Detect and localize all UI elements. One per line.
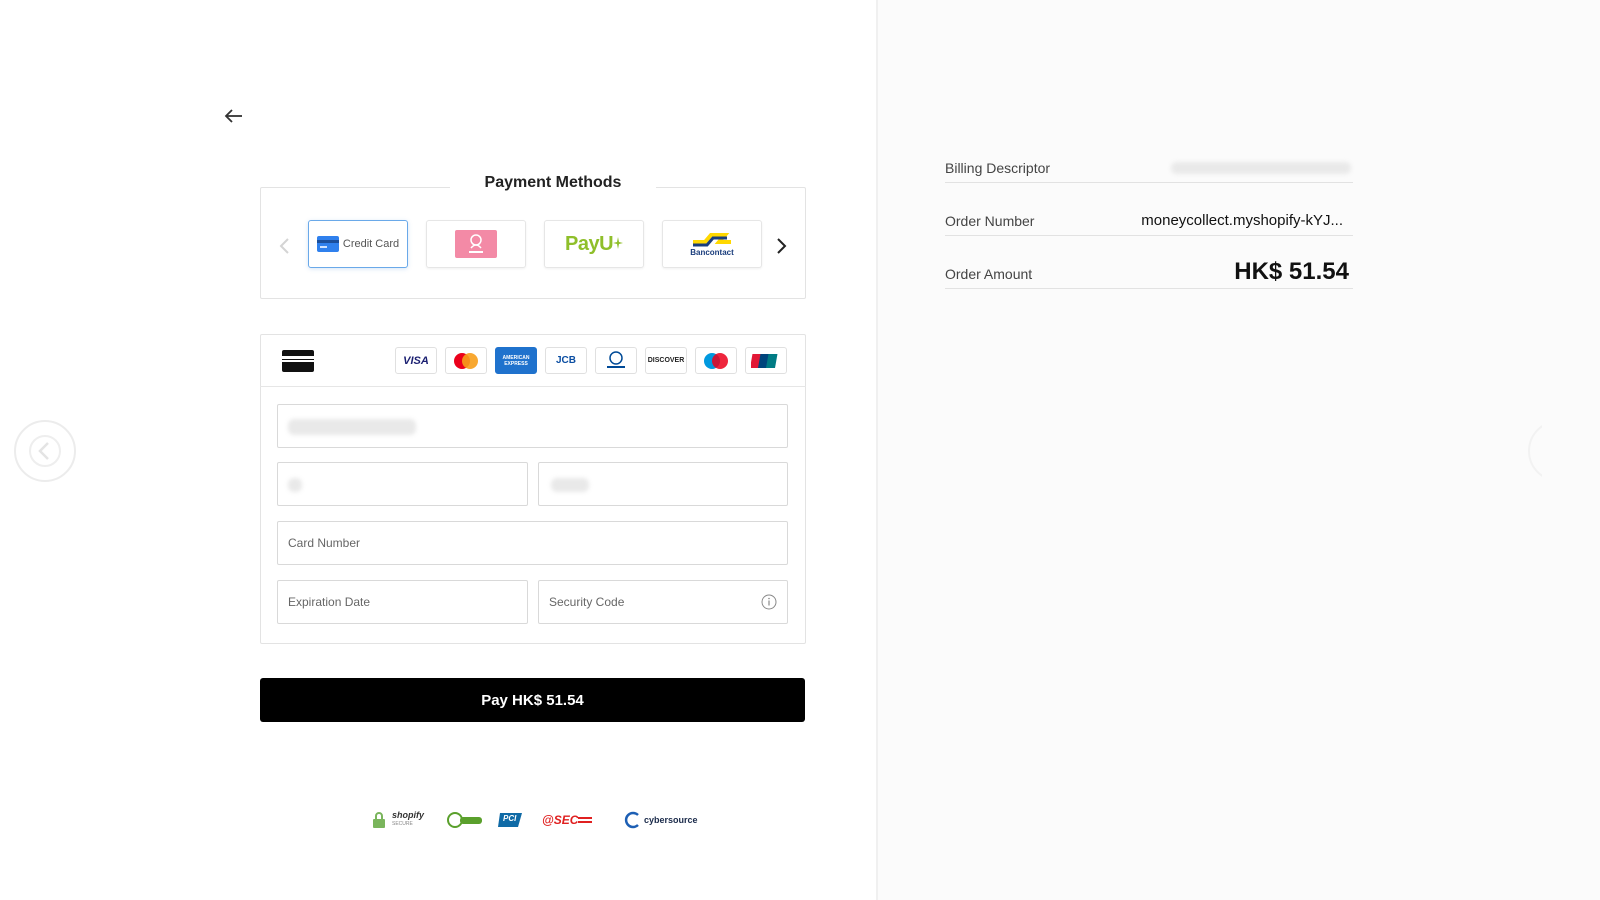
previous-page-button[interactable] <box>14 420 76 482</box>
order-amount-label: Order Amount <box>945 266 1033 282</box>
brand-jcb-icon: JCB <box>545 347 587 374</box>
info-icon[interactable] <box>761 594 777 610</box>
credit-card-icon <box>316 236 339 252</box>
order-number-value: moneycollect.myshopify-kYJ... <box>1141 212 1343 229</box>
chevron-left-icon <box>279 238 289 254</box>
cybersource-badge: cybersource <box>624 808 698 832</box>
methods-next-button[interactable] <box>772 235 790 257</box>
payu-logo: PayU <box>564 232 614 255</box>
card-header-divider <box>260 386 806 387</box>
card-number-input[interactable] <box>278 522 787 564</box>
brand-amex-icon: AMERICAN EXPRESS <box>495 347 537 374</box>
bancontact-logo <box>693 232 731 246</box>
methods-prev-button[interactable] <box>276 235 294 257</box>
first-name-field[interactable] <box>277 462 528 506</box>
expiration-date-input[interactable] <box>278 581 527 623</box>
back-button[interactable] <box>222 104 246 128</box>
redacted-value <box>288 419 416 435</box>
redacted-value <box>1171 162 1351 174</box>
expiration-date-field[interactable] <box>277 580 528 624</box>
billing-descriptor-row: Billing Descriptor <box>945 152 1353 183</box>
pane-divider <box>876 0 878 900</box>
secure-seal-badge <box>446 808 484 832</box>
order-amount-value: HK$ 51.54 <box>1234 258 1349 285</box>
order-summary-pane <box>878 0 1600 900</box>
brand-mastercard-icon <box>445 347 487 374</box>
method-label-bancontact: Bancontact <box>690 247 734 257</box>
sparkle-icon <box>613 237 624 249</box>
last-name-field[interactable] <box>538 462 788 506</box>
shopify-secure-badge: shopify SECURE <box>372 808 424 832</box>
brand-unionpay-icon <box>745 347 787 374</box>
order-number-row: Order Number moneycollect.myshopify-kYJ.… <box>945 205 1353 236</box>
chevron-left-icon <box>29 435 61 467</box>
security-code-field[interactable] <box>538 580 788 624</box>
order-amount-row: Order Amount HK$ 51.54 <box>945 256 1353 289</box>
arrow-left-icon <box>224 109 242 123</box>
cardholder-name-field[interactable] <box>277 404 788 448</box>
redacted-value <box>551 478 589 492</box>
asec-badge: @SEC <box>542 808 593 832</box>
brand-visa-icon: VISA <box>395 347 437 374</box>
mastercard-circles <box>454 352 478 369</box>
method-tile-payu[interactable]: PayU <box>544 220 644 268</box>
brand-maestro-icon <box>695 347 737 374</box>
cybersource-logo <box>624 811 639 829</box>
diners-circle <box>607 350 625 368</box>
redacted-value <box>288 478 302 492</box>
order-number-label: Order Number <box>945 213 1035 229</box>
brand-discover-icon: DISCOVER <box>645 347 687 374</box>
method-tile-bancontact[interactable]: Bancontact <box>662 220 762 268</box>
asec-lines <box>578 817 593 823</box>
card-number-field[interactable] <box>277 521 788 565</box>
brand-diners-icon <box>595 347 637 374</box>
lock-icon <box>373 812 385 828</box>
maestro-circles <box>704 352 728 369</box>
security-code-input[interactable] <box>539 581 787 623</box>
pay-button[interactable]: Pay HK$ 51.54 <box>260 678 805 722</box>
method-tile-credit-card[interactable]: Credit Card <box>308 220 408 268</box>
billing-descriptor-label: Billing Descriptor <box>945 160 1051 176</box>
card-icon <box>282 350 314 372</box>
unionpay-stripes <box>751 353 778 368</box>
secure-seal-icon <box>447 812 482 828</box>
payment-methods-title: Payment Methods <box>450 174 656 192</box>
pci-badge: PCI <box>498 808 524 832</box>
method-label-credit-card: Credit Card <box>342 238 400 250</box>
method-tile-sofort[interactable] <box>426 220 526 268</box>
sofort-logo <box>455 230 497 258</box>
chevron-right-icon <box>777 238 787 254</box>
